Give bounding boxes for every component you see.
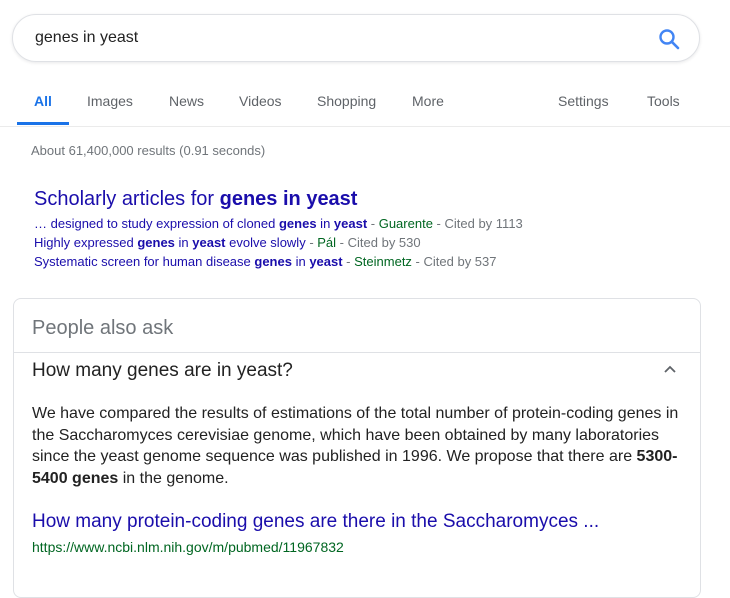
scholarly-item-cited[interactable]: Cited by 1113 (444, 216, 522, 231)
paa-answer-link[interactable]: How many protein-coding genes are there … (32, 511, 599, 533)
scholarly-item-separator: - (342, 254, 355, 269)
scholarly-item-keyword: yeast (333, 216, 368, 231)
scholarly-item-separator: - (305, 235, 318, 250)
scholarly-item-text: in (174, 235, 193, 250)
scholarly-item-author[interactable]: Steinmetz (354, 254, 412, 269)
tab-tools[interactable]: Tools (647, 93, 680, 109)
scholarly-item-author[interactable]: Guarente (379, 216, 433, 231)
active-tab-indicator (17, 122, 69, 125)
search-box[interactable] (12, 14, 700, 62)
scholarly-item-keyword: genes (254, 254, 292, 269)
scholarly-item-author[interactable]: Pál (317, 235, 336, 250)
scholarly-articles-title[interactable]: Scholarly articles for genes in yeast (34, 188, 357, 211)
scholarly-item-keyword: genes (137, 235, 175, 250)
search-icon (659, 29, 680, 50)
scholarly-item-keyword: yeast (309, 254, 343, 269)
scholarly-item: Systematic screen for human disease gene… (34, 254, 497, 269)
paa-answer-pre: We have compared the results of estimati… (32, 405, 679, 465)
scholarly-item: Highly expressed genes in yeast evolve s… (34, 235, 421, 250)
scholarly-item-link[interactable]: Highly expressed genes in yeast evolve s… (34, 235, 306, 250)
scholarly-item-separator: - (432, 216, 445, 231)
paa-answer-post: in the genome. (118, 469, 229, 487)
tab-all[interactable]: All (34, 93, 52, 109)
scholarly-item-keyword: genes (278, 216, 317, 231)
tab-settings[interactable]: Settings (558, 93, 609, 109)
scholarly-item-text: Highly expressed (34, 235, 138, 250)
scholarly-item-text: in (316, 216, 334, 231)
search-tabs: All Images News Videos Shopping More Set… (0, 86, 730, 127)
scholarly-item-keyword: yeast (192, 235, 226, 250)
result-stats: About 61,400,000 results (0.91 seconds) (31, 143, 266, 158)
scholarly-item-link[interactable]: … designed to study expression of cloned… (34, 216, 367, 231)
tab-news[interactable]: News (169, 93, 204, 109)
people-also-ask-title: People also ask (32, 317, 174, 339)
scholarly-item-separator: - (411, 254, 424, 269)
scholarly-item-cited[interactable]: Cited by 537 (424, 254, 497, 269)
scholarly-item-separator: - (336, 235, 348, 250)
chevron-up-icon (664, 365, 676, 373)
scholarly-title-prefix: Scholarly articles for (34, 188, 220, 210)
scholarly-item-separator: - (367, 216, 379, 231)
tab-more[interactable]: More (412, 93, 444, 109)
paa-question-text: How many genes are in yeast? (32, 360, 293, 381)
scholarly-item-cited[interactable]: Cited by 530 (348, 235, 421, 250)
scholarly-item-text: in (291, 254, 310, 269)
scholarly-item-text: … designed to study expression of cloned (34, 216, 279, 231)
scholarly-item: … designed to study expression of cloned… (34, 216, 523, 231)
paa-question-toggle[interactable]: How many genes are in yeast? (14, 353, 700, 393)
paa-answer-text: We have compared the results of estimati… (32, 403, 682, 489)
search-input[interactable] (35, 26, 635, 50)
scholarly-item-text: evolve slowly (225, 235, 306, 250)
people-also-ask-panel: People also ask How many genes are in ye… (13, 298, 701, 598)
search-button[interactable] (657, 27, 681, 51)
scholarly-title-query: genes in yeast (219, 188, 358, 210)
scholarly-item-text: Systematic screen for human disease (34, 254, 255, 269)
tab-shopping[interactable]: Shopping (317, 93, 376, 109)
scholarly-item-link[interactable]: Systematic screen for human disease gene… (34, 254, 343, 269)
tab-videos[interactable]: Videos (239, 93, 282, 109)
paa-answer-url: https://www.ncbi.nlm.nih.gov/m/pubmed/11… (32, 539, 344, 555)
tab-images[interactable]: Images (87, 93, 133, 109)
